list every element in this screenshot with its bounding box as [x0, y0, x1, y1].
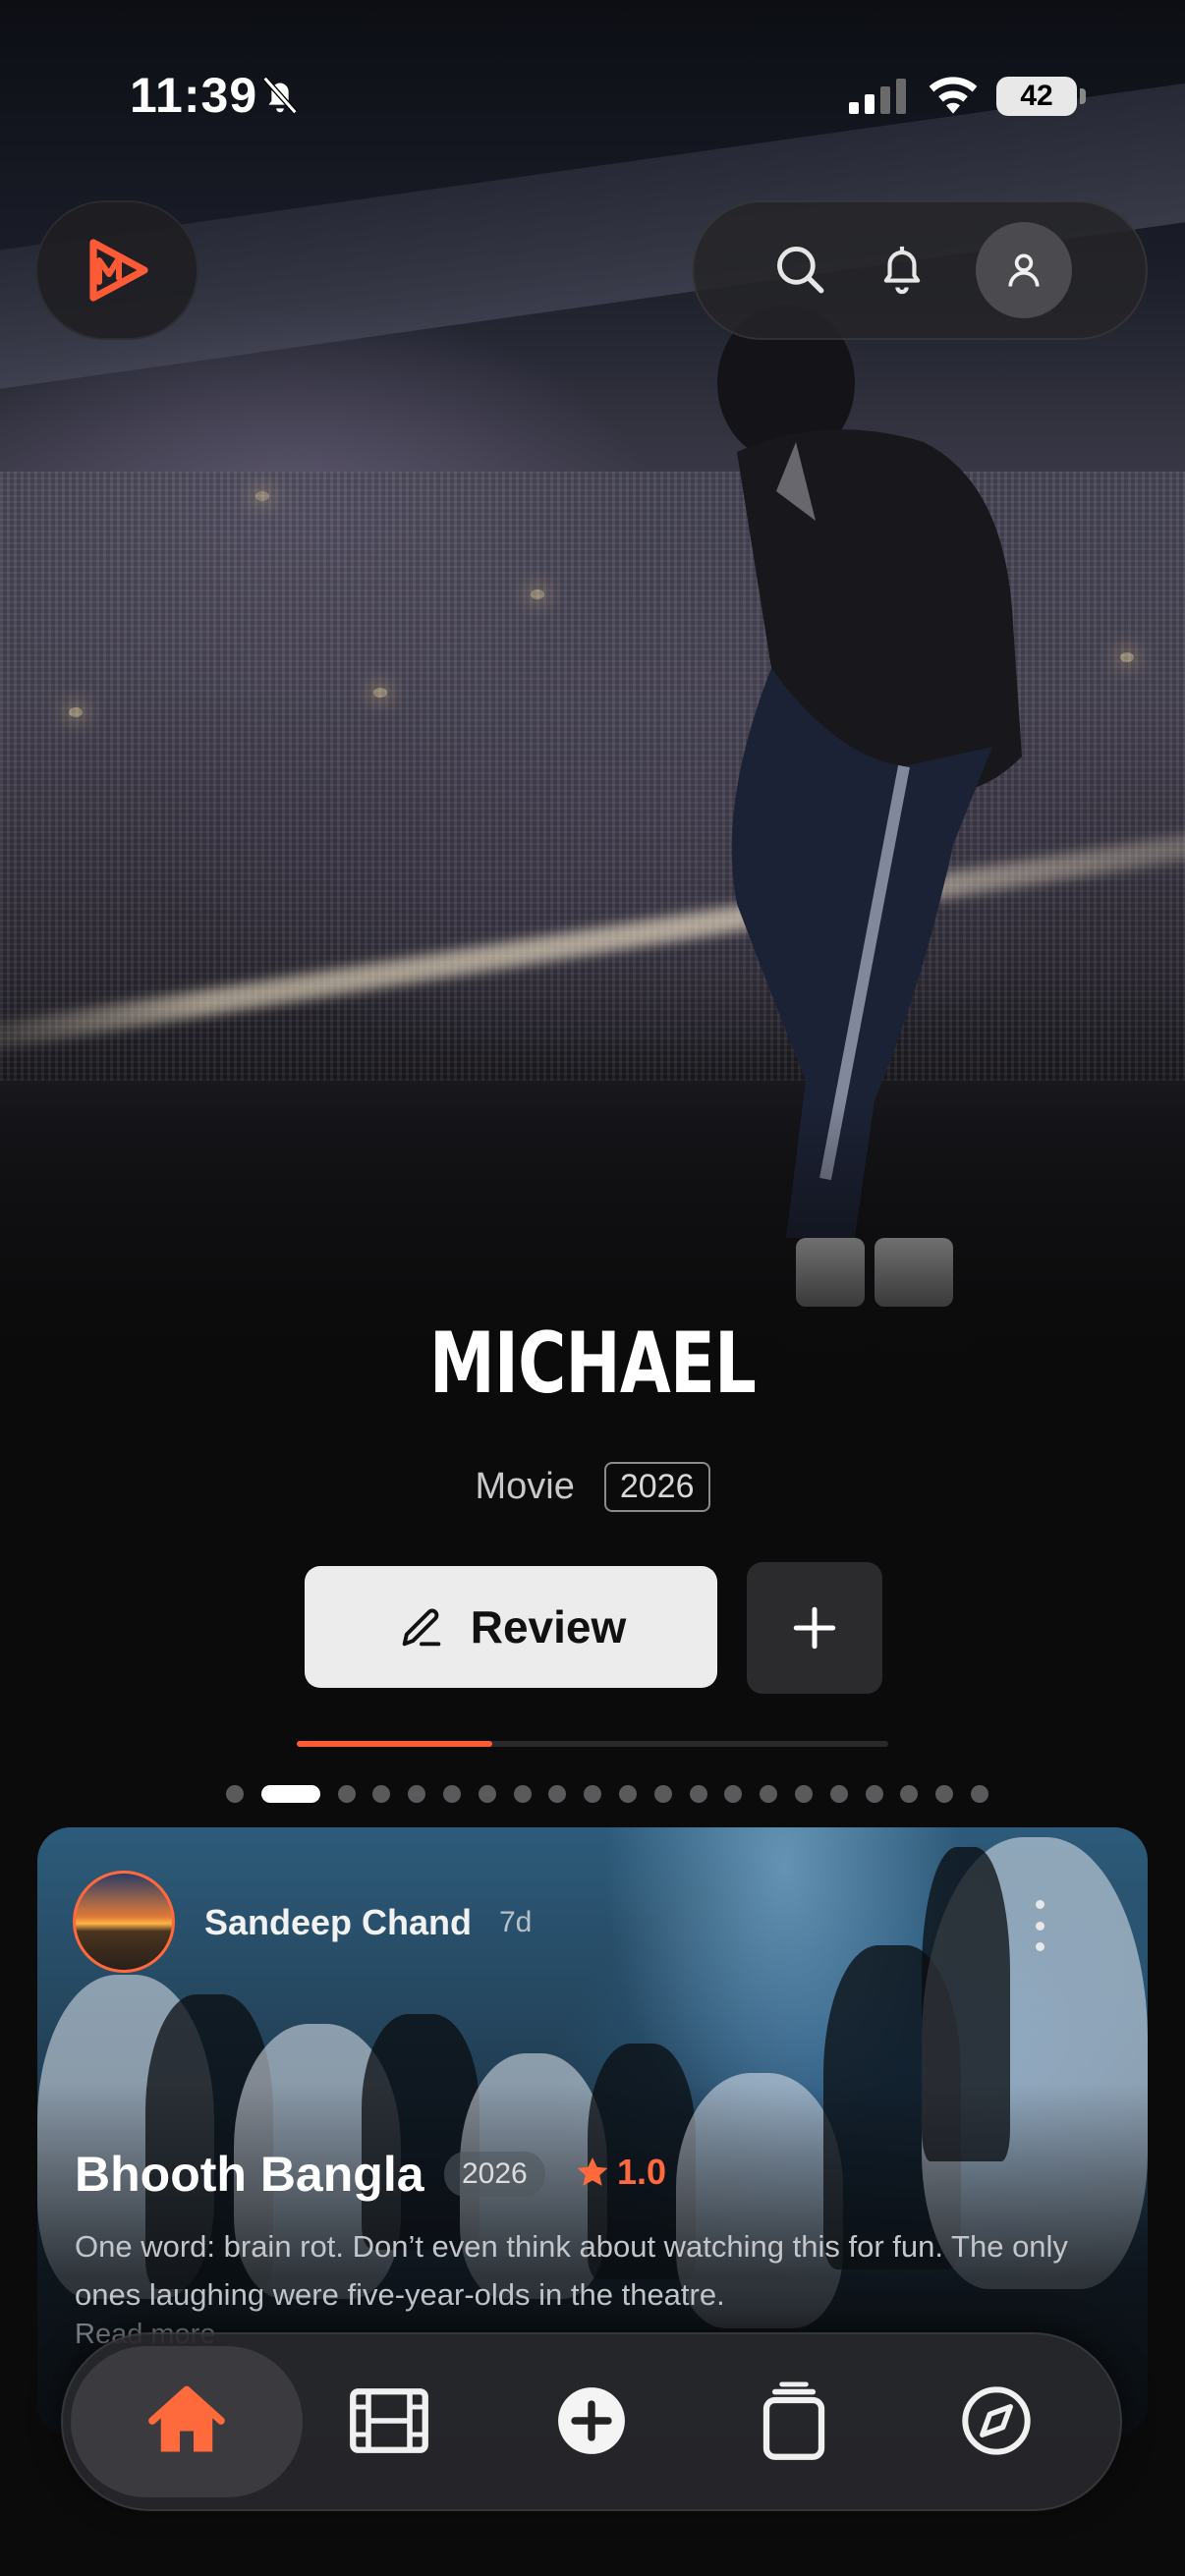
carousel-dot[interactable]: [865, 1785, 883, 1803]
carousel-dot[interactable]: [970, 1785, 988, 1803]
carousel-pagination: [226, 1784, 1006, 1804]
status-bar: 11:39 42: [0, 0, 1185, 196]
carousel-dot[interactable]: [900, 1785, 919, 1803]
nav-explore[interactable]: [947, 2372, 1045, 2470]
play-logo-icon: [89, 239, 148, 302]
collections-icon: [762, 2381, 825, 2460]
carousel-dot[interactable]: [478, 1785, 496, 1803]
nav-add[interactable]: [542, 2372, 641, 2470]
profile-button[interactable]: [976, 222, 1072, 318]
carousel-progress-bar: [297, 1741, 888, 1747]
reviewer-avatar[interactable]: [73, 1871, 175, 1973]
nav-movies[interactable]: [340, 2372, 438, 2470]
carousel-progress-fill: [297, 1741, 492, 1747]
add-to-list-button[interactable]: [747, 1562, 882, 1694]
search-icon: [777, 247, 824, 294]
home-icon: [148, 2385, 225, 2452]
carousel-dot[interactable]: [760, 1785, 778, 1803]
carousel-dot[interactable]: [548, 1785, 567, 1803]
carousel-dot[interactable]: [442, 1785, 461, 1803]
featured-year-badge: 2026: [603, 1462, 710, 1512]
bottom-navigation: [61, 2332, 1122, 2511]
carousel-dot[interactable]: [935, 1785, 954, 1803]
review-button[interactable]: Review: [305, 1566, 717, 1688]
carousel-dot[interactable]: [337, 1785, 356, 1803]
featured-title: MICHAEL: [428, 1315, 757, 1413]
star-icon: [577, 2156, 608, 2186]
pencil-icon: [402, 1608, 441, 1647]
status-time: 11:39: [130, 68, 258, 123]
carousel-dot[interactable]: [584, 1785, 602, 1803]
search-button[interactable]: [768, 238, 831, 301]
carousel-dot[interactable]: [794, 1785, 813, 1803]
silent-mode-icon: [262, 76, 298, 115]
featured-meta: Movie 2026: [0, 1462, 1185, 1512]
explore-compass-icon: [962, 2386, 1031, 2455]
carousel-dot[interactable]: [408, 1785, 426, 1803]
nav-home[interactable]: [138, 2372, 236, 2470]
battery-indicator: 42: [996, 77, 1077, 116]
review-rating: 1.0: [574, 2152, 666, 2193]
carousel-dot-active[interactable]: [260, 1785, 320, 1803]
plus-icon: [793, 1606, 836, 1650]
featured-type: Movie: [475, 1466, 575, 1507]
reviewer-name[interactable]: Sandeep Chand: [204, 1902, 472, 1943]
cellular-signal-icon: [849, 79, 906, 114]
review-age: 7d: [499, 1906, 533, 1938]
film-icon: [350, 2388, 428, 2453]
battery-nub: [1080, 88, 1086, 104]
profile-icon: [1008, 253, 1040, 287]
more-options-icon[interactable]: [1034, 1900, 1045, 1951]
notifications-button[interactable]: [871, 238, 933, 301]
review-movie-title[interactable]: Bhooth Bangla: [75, 2146, 424, 2203]
top-actions-pill: [692, 200, 1148, 340]
carousel-dot[interactable]: [829, 1785, 848, 1803]
carousel-dot[interactable]: [653, 1785, 672, 1803]
carousel-dot[interactable]: [724, 1785, 743, 1803]
carousel-dot[interactable]: [618, 1785, 637, 1803]
carousel-dot[interactable]: [226, 1785, 244, 1803]
review-button-label: Review: [470, 1601, 627, 1652]
carousel-dot[interactable]: [513, 1785, 532, 1803]
carousel-dot[interactable]: [372, 1785, 391, 1803]
carousel-dot[interactable]: [689, 1785, 707, 1803]
nav-collections[interactable]: [745, 2372, 843, 2470]
wifi-icon: [929, 77, 978, 114]
add-circle-icon: [558, 2387, 625, 2454]
review-text: One word: brain rot. Don’t even think ab…: [75, 2229, 1068, 2312]
rating-value: 1.0: [617, 2152, 667, 2192]
app-logo-button[interactable]: [35, 200, 198, 340]
review-movie-year: 2026: [444, 2152, 545, 2197]
bell-icon: [883, 246, 921, 295]
